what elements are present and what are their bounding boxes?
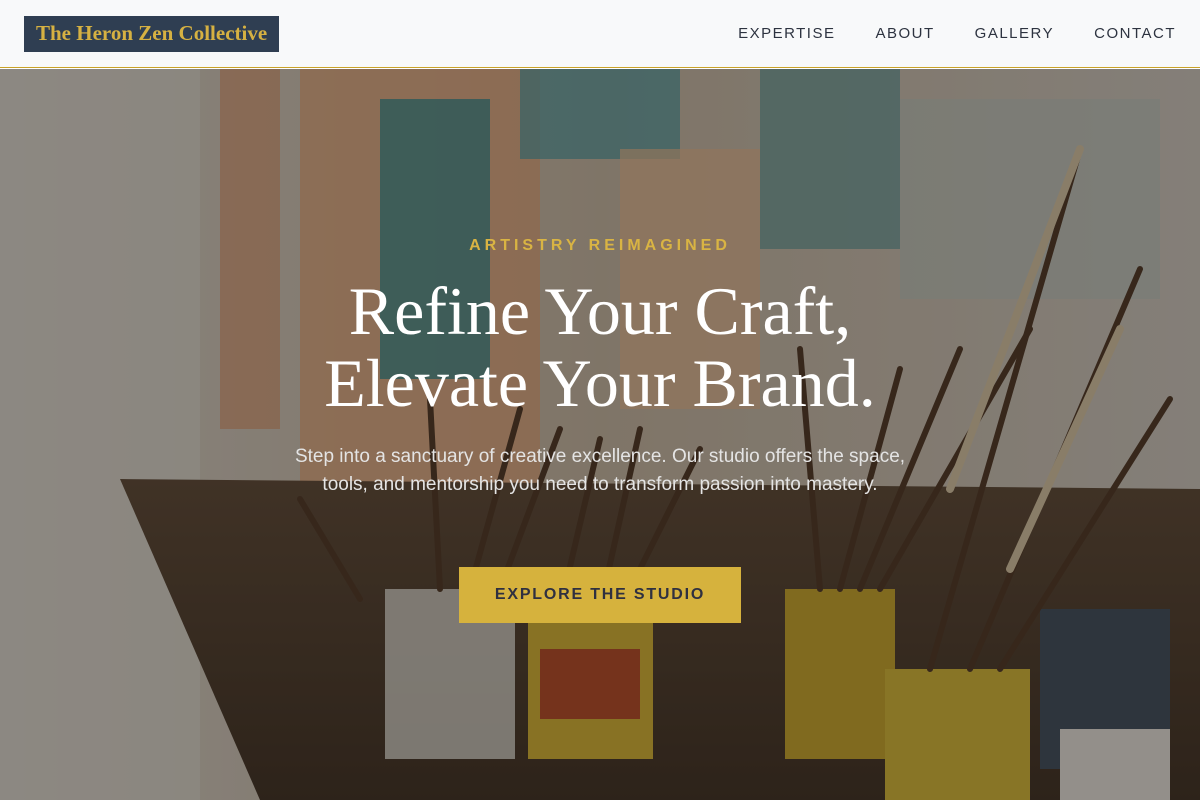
top-navbar: The Heron Zen Collective EXPERTISE ABOUT…: [0, 0, 1200, 68]
hero-headline: Refine Your Craft, Elevate Your Brand.: [0, 275, 1200, 419]
hero-headline-line1: Refine Your Craft,: [348, 273, 852, 349]
nav-link-about[interactable]: ABOUT: [875, 25, 934, 42]
nav-link-gallery[interactable]: GALLERY: [975, 25, 1054, 42]
nav-link-expertise[interactable]: EXPERTISE: [738, 25, 835, 42]
hero-eyebrow: ARTISTRY REIMAGINED: [469, 237, 731, 254]
hero-section: ARTISTRY REIMAGINED Refine Your Craft, E…: [0, 69, 1200, 800]
nav-link-contact[interactable]: CONTACT: [1094, 25, 1176, 42]
explore-studio-button[interactable]: EXPLORE THE STUDIO: [459, 567, 741, 623]
brand-logo[interactable]: The Heron Zen Collective: [24, 15, 280, 52]
hero-subtext: Step into a sanctuary of creative excell…: [294, 446, 906, 495]
hero-dark-overlay: [0, 69, 1200, 800]
hero-headline-line2: Elevate Your Brand.: [324, 345, 876, 421]
main-nav: EXPERTISE ABOUT GALLERY CONTACT: [738, 25, 1176, 42]
